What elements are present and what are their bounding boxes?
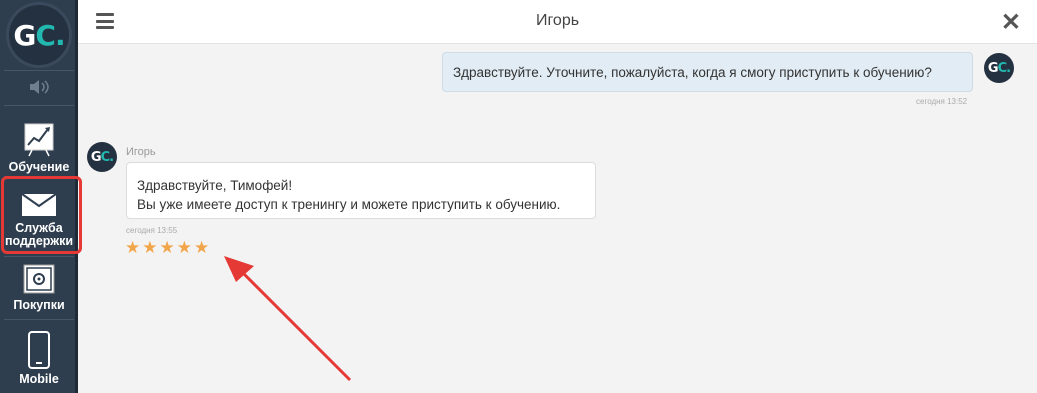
chat-header: Игорь ✕ bbox=[78, 0, 1037, 44]
logo-mark: G C. bbox=[9, 5, 69, 65]
avatar: G C. bbox=[87, 142, 117, 172]
sender-name: Игорь bbox=[126, 146, 156, 158]
sidebar-item-label: Покупки bbox=[13, 298, 65, 312]
star-icon[interactable]: ★ bbox=[142, 239, 157, 256]
message-time: сегодня 13:52 bbox=[916, 97, 968, 106]
rating-stars[interactable]: ★ ★ ★ ★ ★ bbox=[125, 239, 209, 256]
divider bbox=[4, 319, 74, 320]
chat-title: Игорь bbox=[535, 12, 580, 29]
divider bbox=[4, 70, 74, 71]
outgoing-message: Здравствуйте. Уточните, пожалуйста, когд… bbox=[442, 52, 973, 92]
close-icon[interactable]: ✕ bbox=[1001, 8, 1021, 37]
safe-icon bbox=[23, 264, 55, 294]
message-line: Вы уже имеете доступ к тренингу и можете… bbox=[137, 197, 561, 212]
sidebar-item-training[interactable]: Обучение bbox=[0, 112, 78, 174]
divider bbox=[4, 256, 74, 257]
sidebar-item-mobile[interactable]: Mobile bbox=[0, 326, 78, 386]
message-time: сегодня 13:55 bbox=[126, 226, 178, 235]
star-icon[interactable]: ★ bbox=[194, 239, 209, 256]
star-icon[interactable]: ★ bbox=[125, 239, 140, 256]
avatar: G C. bbox=[984, 53, 1014, 83]
incoming-message: Здравствуйте, Тимофей! Вы уже имеете дос… bbox=[126, 162, 596, 219]
speaker-icon[interactable] bbox=[0, 72, 78, 102]
active-highlight bbox=[1, 176, 82, 254]
sidebar-item-label: Обучение bbox=[8, 160, 70, 174]
star-icon[interactable]: ★ bbox=[160, 239, 175, 256]
chart-board-icon bbox=[24, 123, 54, 157]
sidebar-item-label: Mobile bbox=[19, 372, 59, 386]
star-icon[interactable]: ★ bbox=[177, 239, 192, 256]
logo[interactable]: G C. bbox=[6, 2, 72, 68]
divider bbox=[4, 105, 74, 106]
sidebar-item-purchases[interactable]: Покупки bbox=[0, 260, 78, 312]
smartphone-icon bbox=[28, 331, 50, 369]
message-line: Здравствуйте, Тимофей! bbox=[137, 178, 293, 193]
